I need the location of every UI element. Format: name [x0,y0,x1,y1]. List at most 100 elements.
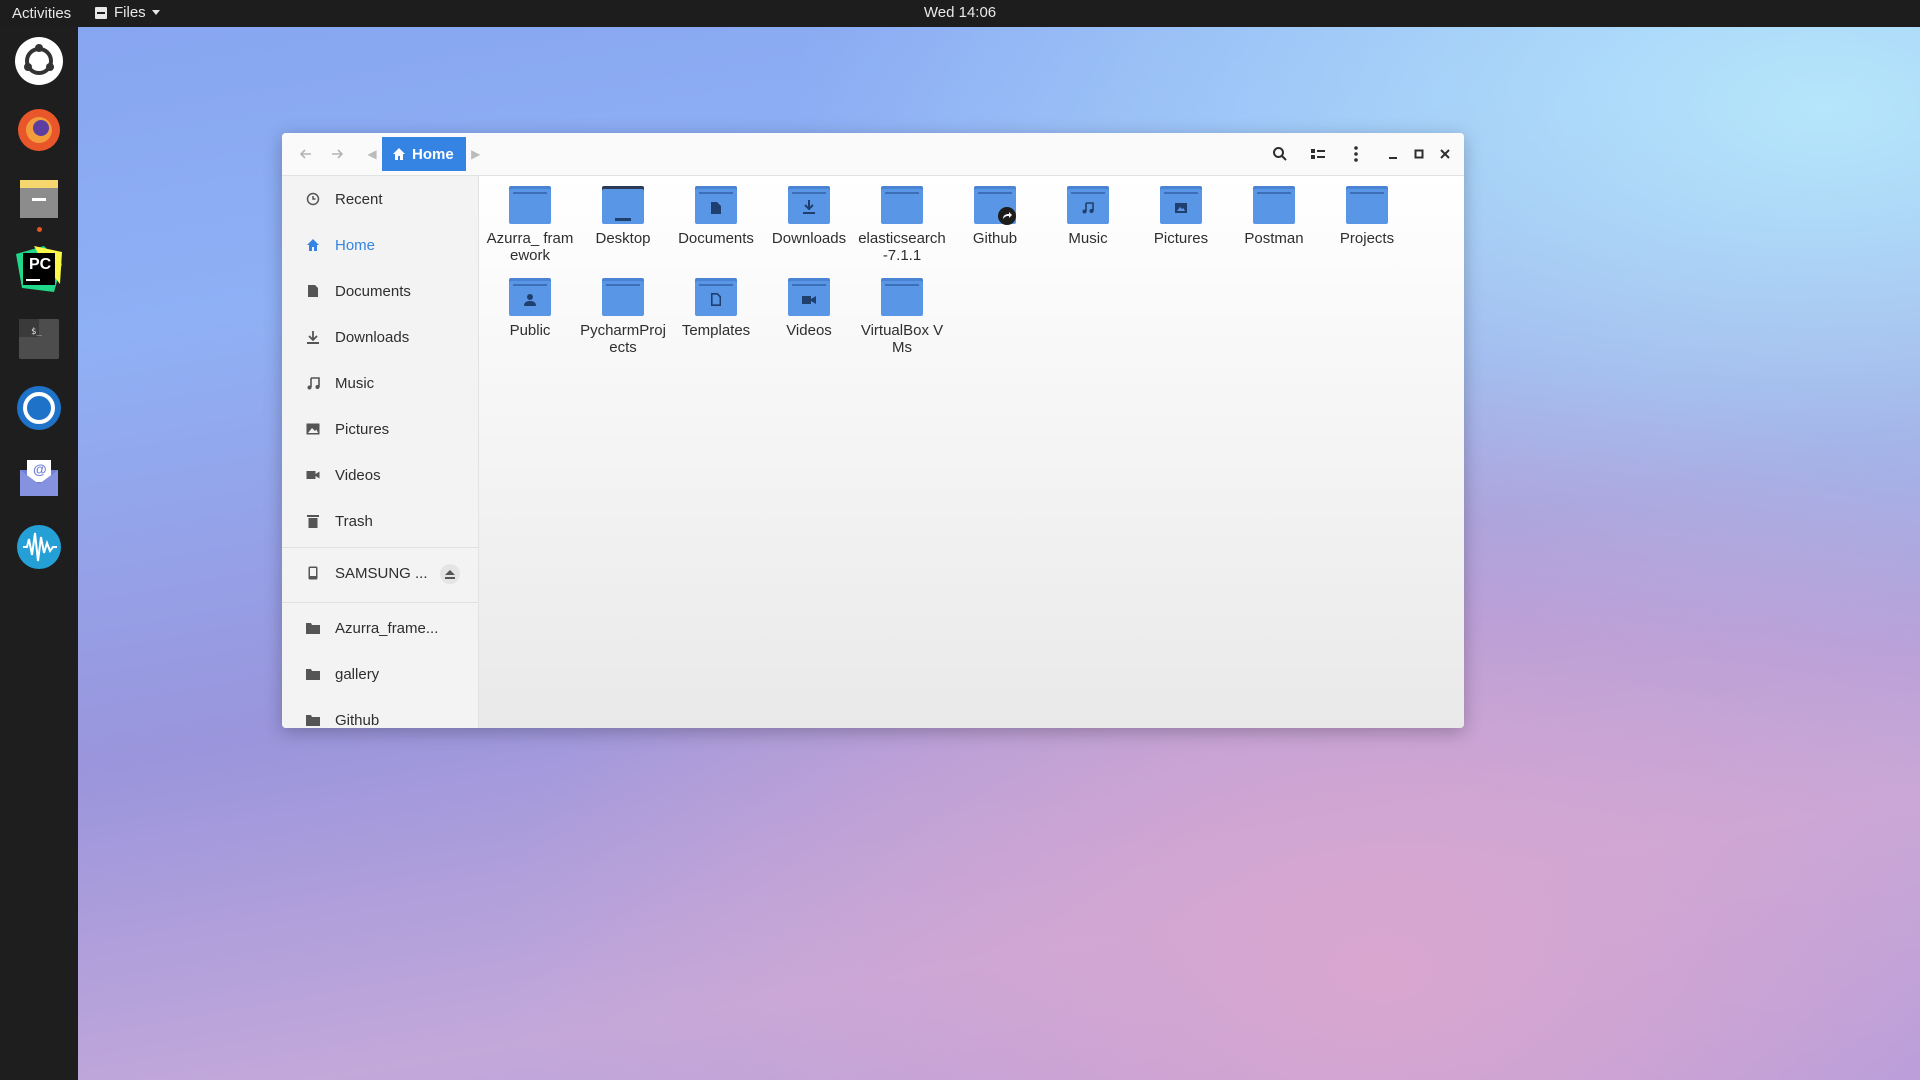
desktop-folder-icon [602,186,644,224]
sidebar-item-label: Downloads [335,328,410,346]
minimize-icon [1389,157,1397,159]
search-button[interactable] [1264,141,1296,167]
view-toggle-button[interactable] [1302,141,1334,167]
clock-container: Wed 14:06 [0,4,1920,21]
file-item[interactable]: Postman [1228,186,1320,247]
file-name: Downloads [771,230,847,247]
dock-mattermost[interactable] [14,383,64,433]
file-name: PycharmProjects [580,322,666,356]
eject-button[interactable] [440,564,460,584]
file-item[interactable]: VirtualBox VMs [856,278,948,356]
dock-files[interactable] [14,175,64,225]
file-item[interactable]: Public [484,278,576,339]
sidebar: Recent Home Documents Downloads Music Pi… [282,176,479,728]
sidebar-bookmark-gallery[interactable]: gallery [282,651,478,697]
path-scroll-left[interactable]: ◀ [362,147,382,161]
menu-button[interactable] [1340,141,1372,167]
sidebar-item-label: Music [335,374,375,392]
close-icon [1440,149,1450,159]
file-view: Azurra_ framework Desktop Documents Down… [479,176,1464,728]
path-bar: ◀ Home ▶ [362,137,486,171]
pycharm-label: PC [29,256,52,273]
music-folder-icon [1067,186,1109,224]
file-name: Desktop [595,230,651,247]
pictures-folder-icon [1160,186,1202,224]
file-item[interactable]: Downloads [763,186,855,247]
downloads-folder-icon [788,186,830,224]
ubuntu-icon [15,37,63,85]
path-scroll-right[interactable]: ▶ [466,147,486,161]
file-item[interactable]: Videos [763,278,855,339]
kebab-menu-icon [1354,146,1358,162]
file-item[interactable]: Projects [1321,186,1413,247]
sidebar-item-label: Pictures [335,420,390,438]
forward-button[interactable] [323,141,351,167]
video-icon [303,469,323,481]
phone-icon [303,566,323,580]
file-name: Documents [678,230,754,247]
sidebar-item-pictures[interactable]: Pictures [282,406,478,452]
back-button[interactable] [292,141,320,167]
trash-icon [303,514,323,528]
sidebar-item-label: gallery [335,665,380,683]
sidebar-item-trash[interactable]: Trash [282,498,478,544]
sidebar-item-downloads[interactable]: Downloads [282,314,478,360]
dock-terminal[interactable]: $_ [14,314,64,364]
sidebar-item-label: Trash [335,512,373,530]
symlink-folder-icon [974,186,1016,225]
sidebar-item-music[interactable]: Music [282,360,478,406]
close-button[interactable] [1433,141,1457,167]
maximize-icon [1414,149,1424,159]
file-item[interactable]: Music [1042,186,1134,247]
file-item[interactable]: elasticsearch-7.1.1 [856,186,948,264]
clock[interactable]: Wed 14:06 [924,4,996,21]
sidebar-item-device[interactable]: SAMSUNG ... [282,550,478,596]
file-name: Public [509,322,551,339]
sidebar-item-label: Recent [335,190,383,208]
sidebar-item-documents[interactable]: Documents [282,268,478,314]
sidebar-bookmark-azurra[interactable]: Azurra_frame... [282,605,478,651]
dock-mail[interactable]: @ [14,453,64,503]
document-icon [303,284,323,298]
file-item[interactable]: Templates [670,278,762,339]
file-item[interactable]: PycharmProjects [577,278,669,356]
public-folder-icon [509,278,551,316]
file-item[interactable]: Pictures [1135,186,1227,247]
activities-button[interactable]: Activities [12,5,71,22]
folder-icon [1346,186,1388,224]
firefox-icon [18,109,60,151]
file-name: Pictures [1153,230,1209,247]
maximize-button[interactable] [1407,141,1431,167]
dock-ubuntu-software[interactable] [14,36,64,86]
dock-firefox[interactable] [14,105,64,155]
files-window: ◀ Home ▶ Recent Home Documents Downloads… [282,133,1464,728]
files-icon [20,180,58,218]
path-home-button[interactable]: Home [382,137,466,171]
terminal-icon [19,319,59,359]
sidebar-item-label: Videos [335,466,381,484]
dock-audio[interactable] [14,522,64,572]
chevron-down-icon [151,10,160,15]
minimize-button[interactable] [1381,141,1405,167]
file-item[interactable]: Documents [670,186,762,247]
file-item[interactable]: Azurra_ framework [484,186,576,264]
file-name: Templates [681,322,751,339]
folder-icon [1253,186,1295,224]
header-bar: ◀ Home ▶ [282,133,1464,176]
videos-folder-icon [788,278,830,316]
sidebar-item-videos[interactable]: Videos [282,452,478,498]
waveform-icon [17,525,61,569]
sidebar-item-label: Home [335,236,376,254]
sidebar-item-recent[interactable]: Recent [282,176,478,222]
folder-icon [881,278,923,316]
eject-icon [445,569,455,579]
dock-pycharm[interactable]: PC [14,244,64,294]
folder-icon [303,714,323,726]
file-item[interactable]: Github [949,186,1041,247]
folder-icon [602,278,644,316]
file-item[interactable]: Desktop [577,186,669,247]
sidebar-item-home[interactable]: Home [282,222,478,268]
sidebar-bookmark-github[interactable]: Github [282,697,478,728]
file-name: Music [1068,230,1108,247]
app-menu[interactable]: Files [94,4,160,21]
